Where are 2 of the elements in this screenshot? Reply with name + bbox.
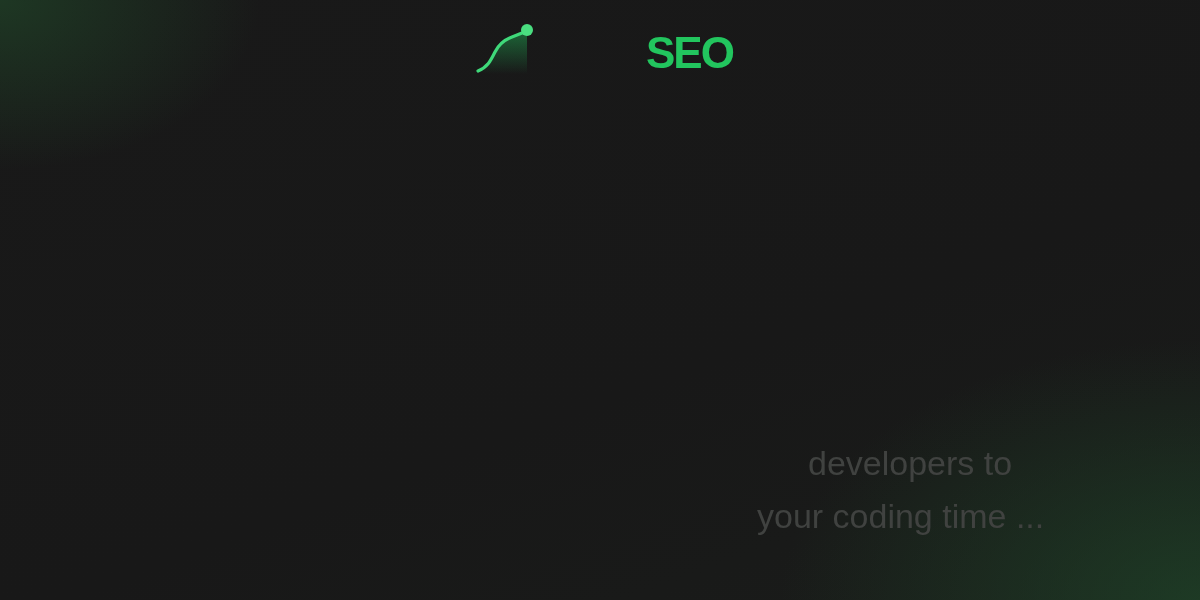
logo-text: SEO	[646, 31, 733, 75]
growth-curve-icon	[474, 22, 534, 74]
